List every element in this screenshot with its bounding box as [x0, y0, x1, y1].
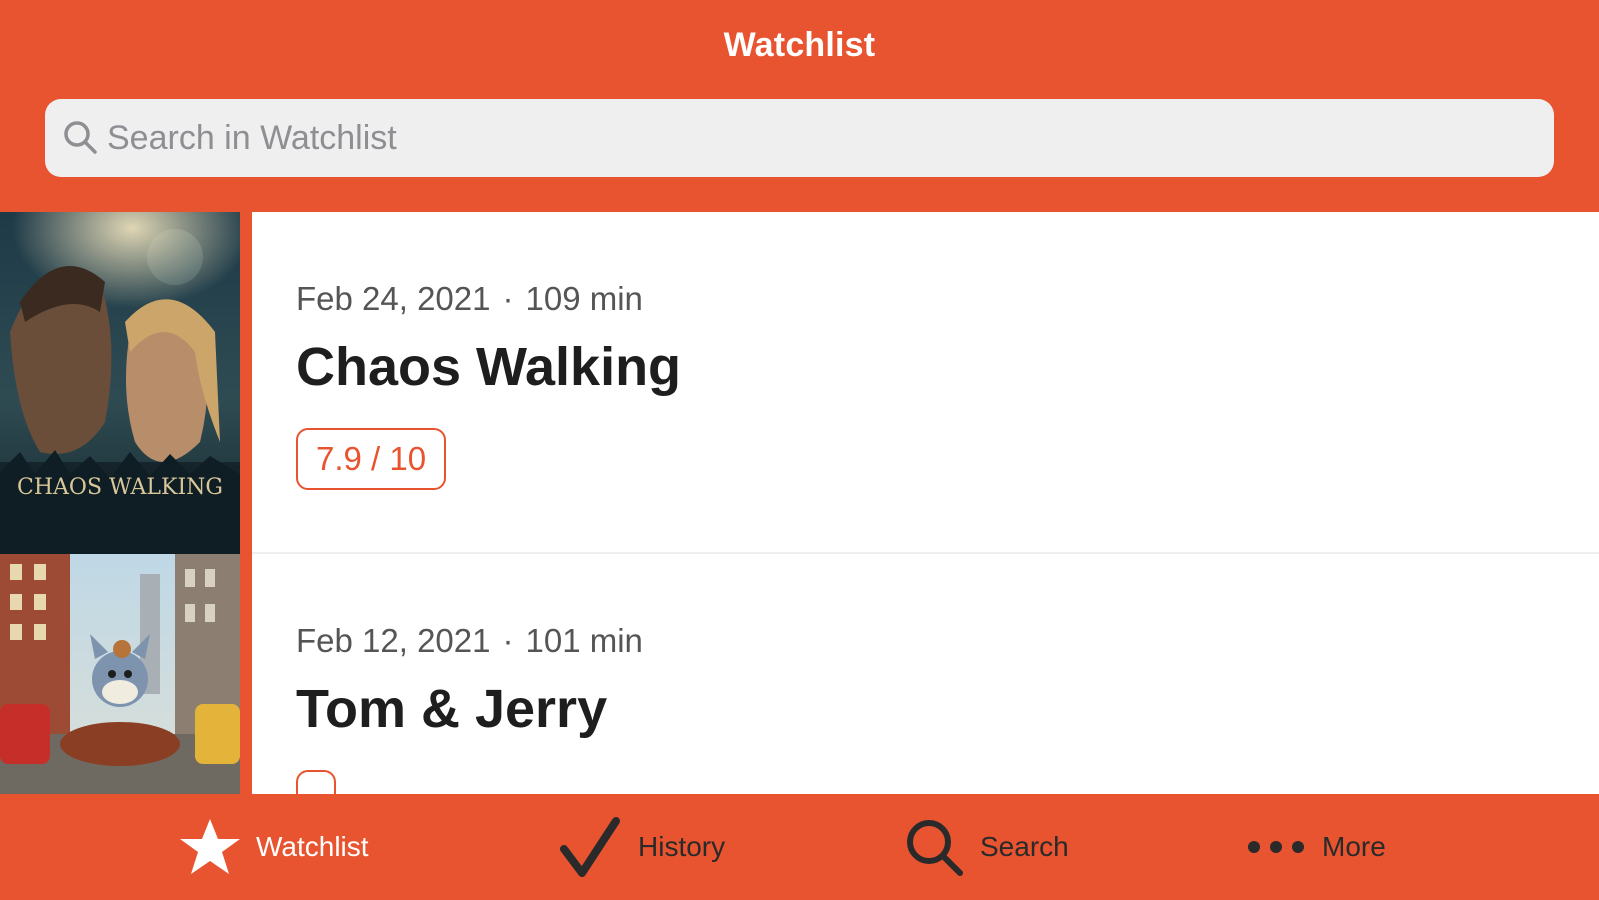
search-input[interactable]	[107, 99, 1527, 177]
movie-meta: Feb 24, 2021 · 109 min	[296, 280, 643, 318]
tab-watchlist[interactable]: Watchlist	[178, 794, 369, 900]
runtime: 109 min	[525, 280, 643, 317]
poster-title: CHAOS WALKING	[17, 475, 223, 500]
star-icon	[180, 819, 240, 874]
movie-poster: CHAOS WALKING	[0, 212, 240, 554]
movie-card[interactable]: Feb 12, 2021 · 101 min Tom & Jerry	[252, 554, 1599, 794]
meta-separator: ·	[502, 280, 514, 317]
release-date: Feb 24, 2021	[296, 280, 491, 317]
release-date: Feb 12, 2021	[296, 622, 491, 659]
page-title: Watchlist	[723, 26, 876, 64]
search-icon	[907, 820, 963, 876]
movie-poster	[0, 554, 240, 794]
tab-label: Watchlist	[256, 831, 369, 862]
movie-card[interactable]: Feb 24, 2021 · 109 min Chaos Walking 7.9 /…	[252, 212, 1599, 554]
movie-title: Chaos Walking	[296, 337, 682, 397]
list-item[interactable]: Feb 12, 2021 · 101 min Tom & Jerry	[0, 554, 1599, 794]
movie-title: Tom & Jerry	[296, 679, 608, 739]
search-bar[interactable]	[45, 99, 1554, 177]
movie-meta: Feb 12, 2021 · 101 min	[296, 622, 643, 660]
tab-more[interactable]: More	[1244, 794, 1386, 900]
list-item[interactable]: CHAOS WALKING Feb 24, 2021 · 109 min Chaos…	[0, 212, 1599, 554]
movie-list: CHAOS WALKING Feb 24, 2021 · 109 min Chaos…	[0, 212, 1599, 794]
rating-badge	[296, 770, 336, 794]
meta-separator: ·	[502, 622, 514, 659]
tab-history[interactable]: History	[560, 794, 725, 900]
search-icon	[64, 121, 97, 154]
checkmark-icon	[560, 817, 620, 877]
tab-label: More	[1322, 831, 1386, 862]
tab-label: History	[638, 831, 726, 862]
app-window: Watchlist Search in Watchlist CHAOS WALK…	[0, 0, 1599, 900]
more-dots-icon	[1248, 841, 1304, 853]
tab-search[interactable]: Search	[902, 794, 1069, 900]
runtime: 101 min	[525, 622, 643, 659]
rating-badge: 7.9 / 10	[296, 428, 447, 490]
header: Watchlist	[0, 0, 1599, 212]
tab-label: Search	[980, 831, 1069, 862]
tab-bar: Watchlist History Search More	[0, 794, 1599, 900]
